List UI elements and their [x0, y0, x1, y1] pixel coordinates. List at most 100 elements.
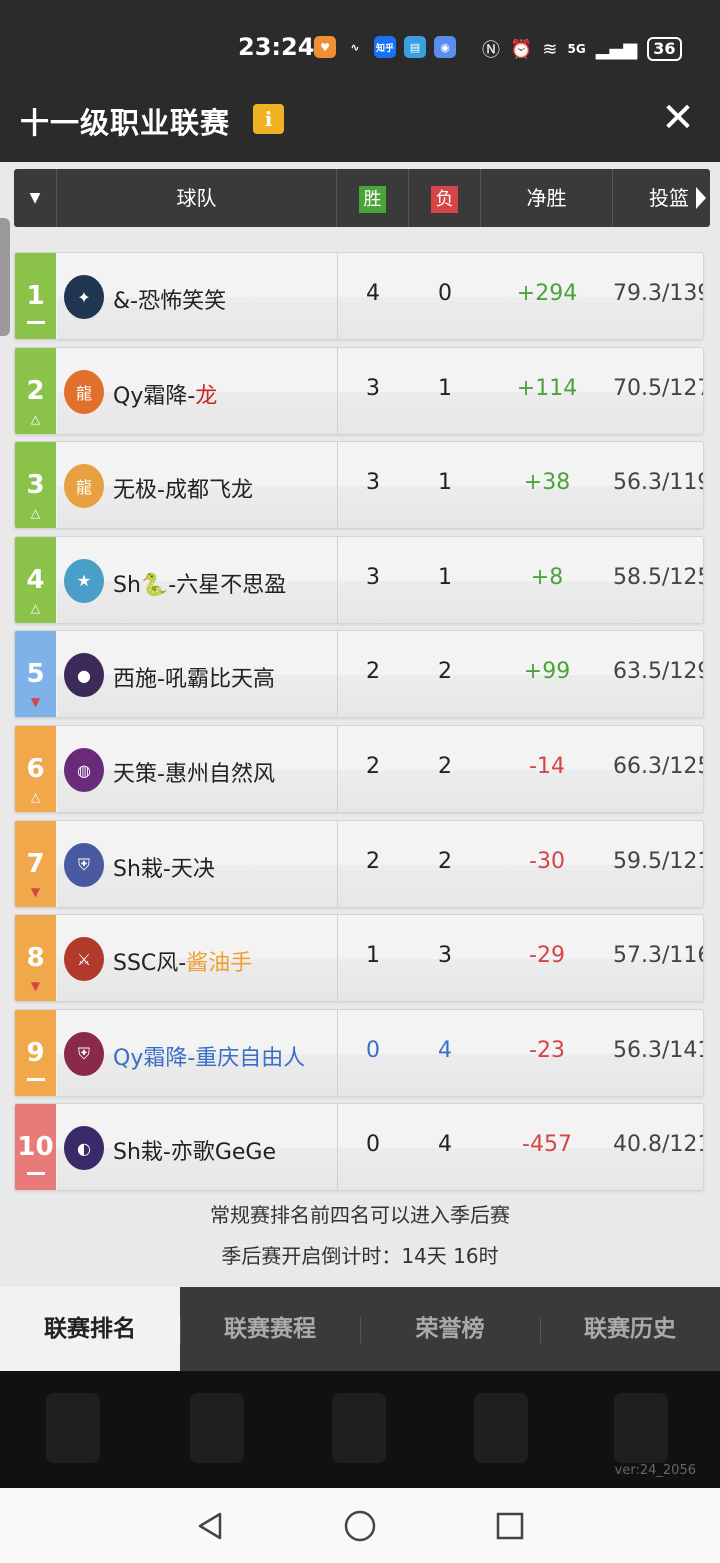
team-name-text: Qy霜降-	[113, 383, 196, 409]
team-logo-glyph: ●	[77, 665, 91, 685]
losses-value: 2	[438, 754, 452, 779]
rank-number: 8	[26, 943, 45, 974]
home-icon[interactable]	[340, 1506, 380, 1546]
rank-cell: 7 ▼	[15, 820, 56, 907]
shot-value: 40.8/121	[613, 1132, 704, 1158]
team-logo-glyph: ✦	[77, 287, 91, 307]
team-logo-icon: ⛨	[64, 842, 104, 887]
wins-value: 2	[366, 754, 380, 779]
table-row[interactable]: 6 △ ◍ 天策-惠州自然风 2 2 -14 66.3/125	[14, 725, 704, 813]
footer-area: ver:24_2056	[0, 1371, 720, 1488]
wins-value: 4	[366, 281, 380, 306]
team-logo-glyph: ⚔	[76, 949, 92, 969]
side-drawer-handle[interactable]	[0, 218, 10, 336]
table-row[interactable]: 9 ⛨ Qy霜降-重庆自由人 0 4 -23 56.3/141	[14, 1008, 704, 1097]
wins-value: 0	[366, 1132, 380, 1158]
network-type: 5G	[567, 42, 586, 56]
recents-icon[interactable]	[490, 1506, 530, 1546]
shot-value: 56.3/119	[613, 470, 704, 496]
tab-schedule[interactable]: 联赛赛程	[180, 1287, 360, 1371]
team-name[interactable]: Sh🐍-六星不思盈	[113, 567, 286, 599]
sort-dropdown-button[interactable]: ▼	[14, 169, 56, 227]
trend-down-icon: ▼	[30, 979, 41, 994]
back-icon[interactable]	[190, 1506, 230, 1546]
team-name-text: Sh🐍-六星不思盈	[113, 572, 287, 598]
column-win: 胜	[336, 169, 408, 227]
wins-value: 2	[366, 848, 380, 874]
trend-up-icon: △	[30, 790, 41, 804]
table-row[interactable]: 7 ▼ ⛨ Sh栽-天决 2 2 -30 59.5/121	[14, 819, 704, 908]
wins-value: 3	[366, 470, 380, 496]
table-row[interactable]: 10 ◐ Sh栽-亦歌GeGe 0 4 -457 40.8/121	[14, 1103, 704, 1192]
team-name-text: Qy霜降-重庆自由人	[113, 1045, 306, 1071]
version-label: ver:24_2056	[614, 1463, 696, 1478]
team-name[interactable]: 无极-成都飞龙	[113, 472, 253, 504]
rank-number: 2	[26, 375, 45, 406]
book-app-icon: ▤	[404, 36, 426, 58]
column-loss: 负	[408, 169, 480, 227]
team-logo-icon: 龍	[64, 369, 104, 414]
table-row[interactable]: 8 ▼ ⚔ SSC风-酱油手 1 3 -29 57.3/116	[14, 914, 704, 1003]
team-logo-glyph: ◐	[77, 1138, 91, 1158]
trend-same-icon	[27, 321, 45, 324]
wifi-icon: ≋	[542, 38, 558, 60]
info-button[interactable]: i	[253, 104, 284, 134]
losses-value: 3	[438, 943, 452, 969]
shot-value: 57.3/116	[613, 943, 704, 969]
losses-value: 2	[438, 659, 452, 685]
column-shot: 投篮	[612, 169, 710, 227]
blurred-menu-icon	[190, 1393, 244, 1463]
team-name[interactable]: SSC风-酱油手	[113, 945, 252, 977]
shot-value: 63.5/129	[613, 659, 704, 685]
win-tag: 胜	[359, 186, 386, 213]
team-name[interactable]: 天策-惠州自然风	[113, 756, 275, 788]
table-row[interactable]: 5 ▼ ● 西施-吼霸比天高 2 2 +99 63.5/129	[14, 630, 704, 719]
team-name[interactable]: &-恐怖笑笑	[113, 283, 226, 315]
losses-value: 1	[438, 375, 452, 401]
tab-standings[interactable]: 联赛排名	[0, 1287, 180, 1371]
losses-value: 1	[438, 470, 452, 496]
team-logo-icon: ⛨	[64, 1031, 104, 1076]
team-logo-glyph: 龍	[75, 383, 92, 403]
net-value: -30	[529, 848, 565, 874]
tab-history[interactable]: 联赛历史	[540, 1287, 720, 1371]
net-value: +38	[523, 470, 571, 496]
rank-cell: 2 △	[15, 347, 56, 434]
shot-value: 56.3/141	[613, 1037, 704, 1063]
table-row[interactable]: 1 ✦ &-恐怖笑笑 4 0 +294 79.3/139	[14, 252, 704, 340]
scroll-right-arrow-icon[interactable]	[696, 187, 706, 209]
team-logo-icon: ⚔	[64, 937, 104, 982]
net-value: +294	[516, 281, 578, 306]
shot-value: 79.3/139	[613, 281, 704, 306]
table-row[interactable]: 4 △ ★ Sh🐍-六星不思盈 3 1 +8 58.5/125	[14, 535, 704, 624]
zhihu-app-icon: 知乎	[374, 36, 396, 58]
net-value: -457	[522, 1132, 572, 1158]
status-bar: 23:24 ♥ ∿ 知乎 ▤ ◉ Ⓝ ⏰ ≋ 5G ▂▄▆ 36	[0, 0, 720, 78]
losses-value: 4	[438, 1132, 452, 1158]
team-logo-icon: ✦	[64, 275, 104, 319]
team-name[interactable]: Qy霜降-龙	[113, 378, 217, 410]
team-name-text: 无极-成都飞龙	[113, 478, 253, 504]
team-name[interactable]: Qy霜降-重庆自由人	[113, 1040, 305, 1072]
table-row[interactable]: 3 △ 龍无极-成都飞龙 3 1 +38 56.3/119	[14, 441, 704, 530]
battery-level: 36	[647, 37, 682, 61]
trend-up-icon: △	[30, 506, 41, 521]
trend-down-icon: ▼	[30, 884, 41, 899]
losses-value: 1	[438, 564, 452, 590]
net-value: -29	[529, 943, 565, 969]
team-name-text: 西施-吼霸比天高	[113, 667, 275, 693]
rank-number: 7	[26, 848, 45, 879]
tab-honors[interactable]: 荣誉榜	[360, 1287, 540, 1371]
team-name[interactable]: Sh栽-天决	[113, 851, 215, 883]
team-name-text: Sh栽-天决	[113, 856, 215, 882]
loss-tag: 负	[431, 186, 458, 213]
team-name[interactable]: 西施-吼霸比天高	[113, 661, 275, 693]
shot-value: 70.5/127	[613, 375, 704, 401]
rank-cell: 4 △	[15, 536, 56, 623]
table-row[interactable]: 2 △ 龍 Qy霜降-龙 3 1 +114 70.5/127	[14, 346, 704, 435]
column-team: 球队	[56, 169, 336, 227]
close-button[interactable]: ✕	[658, 98, 698, 138]
team-name[interactable]: Sh栽-亦歌GeGe	[113, 1134, 276, 1166]
rank-number: 10	[17, 1132, 54, 1163]
team-name-text: SSC风-	[113, 951, 187, 977]
